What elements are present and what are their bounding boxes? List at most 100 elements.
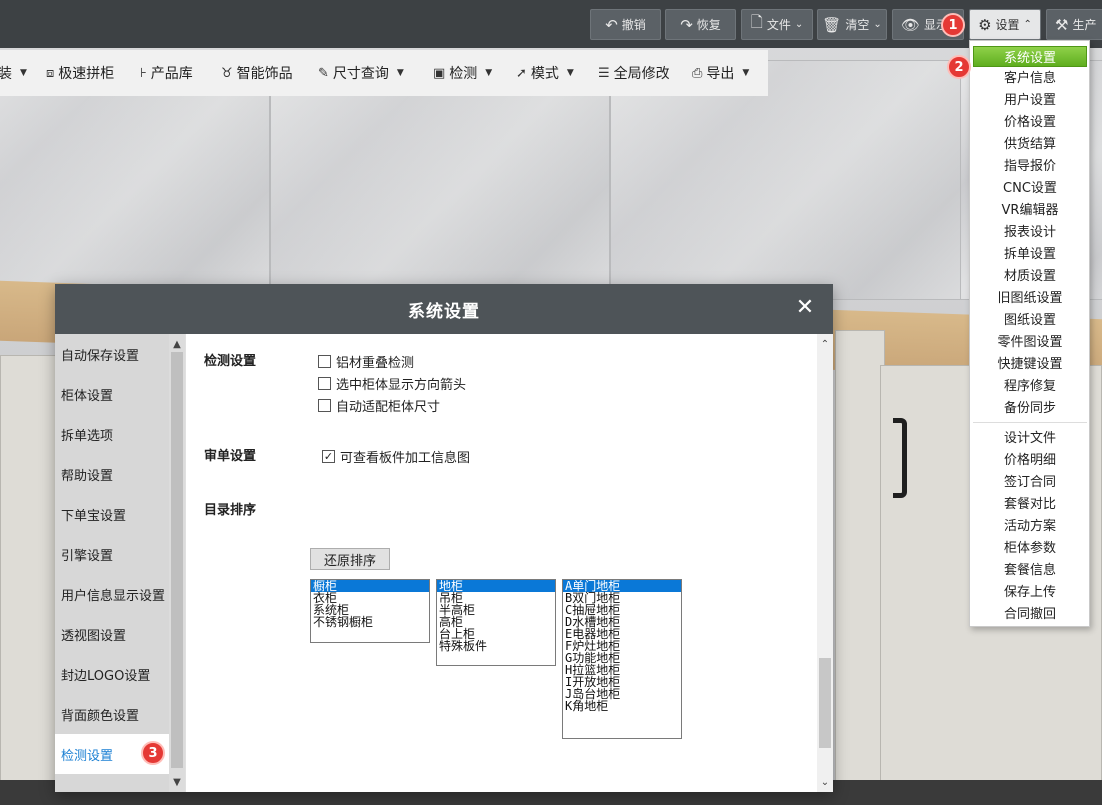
cursor-icon: ➚ xyxy=(516,65,527,81)
toolbar-item-quick-assemble[interactable]: ⧈ 极速拼柜 xyxy=(46,63,114,83)
menu-item-guide-quote[interactable]: 指导报价 xyxy=(973,154,1087,175)
category-perspective[interactable]: 透视图设置 xyxy=(55,614,169,654)
trash-icon: 🗑 xyxy=(822,15,842,34)
category-help[interactable]: 帮助设置 xyxy=(55,454,169,494)
category-scroll-thumb[interactable] xyxy=(171,352,183,768)
checkbox-box[interactable] xyxy=(318,399,331,412)
undo-button[interactable]: ↶ 撤销 xyxy=(590,9,661,40)
menu-item-promotion[interactable]: 活动方案 xyxy=(973,514,1087,535)
reset-sort-button[interactable]: 还原排序 xyxy=(310,548,390,570)
settings-content-pane: 检测设置 铝材重叠检测 选中柜体显示方向箭头 自动适配柜体尺寸 审单设置 ✓ 可… xyxy=(185,334,833,792)
menu-item-save-upload[interactable]: 保存上传 xyxy=(973,580,1087,601)
menu-item-user-settings[interactable]: 用户设置 xyxy=(973,88,1087,109)
category-order-treasure[interactable]: 下单宝设置 xyxy=(55,494,169,534)
scroll-down-icon[interactable]: ▼ xyxy=(169,774,185,790)
menu-item-report-design[interactable]: 报表设计 xyxy=(973,220,1087,241)
category-split-options[interactable]: 拆单选项 xyxy=(55,414,169,454)
toolbar-item-detect[interactable]: ▣ 检测 ▼ xyxy=(433,63,492,83)
menu-item-price-detail[interactable]: 价格明细 xyxy=(973,448,1087,469)
top-bar: ↶ 撤销 ↷ 恢复 🗋 文件 ⌄ 🗑 清空 ⌄ 👁 显示 ⚙ 设置 ⌃ ⚒ 生产… xyxy=(0,0,1102,48)
checkbox-box[interactable] xyxy=(318,355,331,368)
close-icon[interactable]: ✕ xyxy=(795,297,815,319)
menu-item-sign-contract[interactable]: 签订合同 xyxy=(973,470,1087,491)
dialog-title: 系统设置 xyxy=(55,284,833,334)
production-menu-button[interactable]: ⚒ 生产 xyxy=(1046,9,1102,40)
category-engine[interactable]: 引擎设置 xyxy=(55,534,169,574)
scroll-up-icon[interactable]: ⌃ xyxy=(817,336,833,352)
clear-menu-button[interactable]: 🗑 清空 ⌄ xyxy=(817,9,887,40)
toolbar-item-label: 装 xyxy=(0,66,12,82)
checkbox-box-checked[interactable]: ✓ xyxy=(322,450,335,463)
menu-item-customer-info[interactable]: 客户信息 xyxy=(973,66,1087,87)
menu-item-contract-withdraw[interactable]: 合同撤回 xyxy=(973,602,1087,623)
toolbar-item-label: 尺寸查询 xyxy=(332,66,389,82)
menu-item-cabinet-params[interactable]: 柜体参数 xyxy=(973,536,1087,557)
toolbar-item-product-library[interactable]: ⊦ 产品库 xyxy=(140,63,193,83)
category-user-info-display[interactable]: 用户信息显示设置 xyxy=(55,574,169,614)
menu-item-design-file[interactable]: 设计文件 xyxy=(973,426,1087,447)
wall-tile xyxy=(0,60,270,300)
step-badge: 3 xyxy=(141,741,165,765)
scroll-down-icon[interactable]: ⌄ xyxy=(817,774,833,790)
category-listbox-3[interactable]: A单门地柜 B双门地柜 C抽屉地柜 D水槽地柜 E电器地柜 F炉灶地柜 G功能地… xyxy=(562,579,682,739)
checkbox-label: 选中柜体显示方向箭头 xyxy=(336,378,467,393)
category-listbox-2[interactable]: 地柜 吊柜 半高柜 高柜 台上柜 特殊板件 xyxy=(436,579,556,666)
toolbar-item-install[interactable]: 装 ▼ xyxy=(0,63,27,83)
menu-item-program-repair[interactable]: 程序修复 xyxy=(973,374,1087,395)
toolbar-item-global-edit[interactable]: ☰ 全局修改 xyxy=(598,63,670,83)
category-auto-save[interactable]: 自动保存设置 xyxy=(55,334,169,374)
toolbar-item-smart-decor[interactable]: ♉ 智能饰品 xyxy=(221,63,293,83)
list-item[interactable]: 特殊板件 xyxy=(437,640,555,652)
section-label-detection: 检测设置 xyxy=(204,354,257,369)
menu-item-shortcut-settings[interactable]: 快捷键设置 xyxy=(973,352,1087,373)
toolbar-item-size-query[interactable]: ✎ 尺寸查询 ▼ xyxy=(318,63,404,83)
category-back-color[interactable]: 背面颜色设置 xyxy=(55,694,169,734)
checkbox-box[interactable] xyxy=(318,377,331,390)
menu-item-part-drawing-settings[interactable]: 零件图设置 xyxy=(973,330,1087,351)
checkbox-label: 可查看板件加工信息图 xyxy=(340,451,471,466)
cabinet xyxy=(0,355,60,785)
detect-icon: ▣ xyxy=(433,65,446,81)
file-menu-button[interactable]: 🗋 文件 ⌄ xyxy=(741,9,813,40)
category-cabinet[interactable]: 柜体设置 xyxy=(55,374,169,414)
redo-button[interactable]: ↷ 恢复 xyxy=(665,9,736,40)
menu-item-system-settings[interactable]: 系统设置 xyxy=(973,46,1087,67)
caret-down-icon: ▼ xyxy=(396,68,404,78)
toolbar-item-mode[interactable]: ➚ 模式 ▼ xyxy=(516,63,574,83)
assemble-icon: ⧈ xyxy=(46,65,55,81)
category-edge-logo[interactable]: 封边LOGO设置 xyxy=(55,654,169,694)
menu-item-cnc-settings[interactable]: CNC设置 xyxy=(973,176,1087,197)
chevron-down-icon: ⌄ xyxy=(794,19,804,30)
menu-item-old-drawing-settings[interactable]: 旧图纸设置 xyxy=(973,286,1087,307)
toolbar-item-label: 智能饰品 xyxy=(236,66,293,82)
menu-item-package-info[interactable]: 套餐信息 xyxy=(973,558,1087,579)
wall-tile xyxy=(270,60,610,300)
content-scroll-thumb[interactable] xyxy=(819,658,831,748)
menu-item-drawing-settings[interactable]: 图纸设置 xyxy=(973,308,1087,329)
settings-menu-button[interactable]: ⚙ 设置 ⌃ xyxy=(969,9,1041,40)
menu-item-price-settings[interactable]: 价格设置 xyxy=(973,110,1087,131)
category-listbox-1[interactable]: 橱柜 衣柜 系统柜 不锈钢橱柜 xyxy=(310,579,430,643)
list-item[interactable]: 不锈钢橱柜 xyxy=(311,616,429,628)
toolbar-item-export[interactable]: ⎙ 导出 ▼ xyxy=(692,63,749,83)
menu-item-package-compare[interactable]: 套餐对比 xyxy=(973,492,1087,513)
settings-label: 设置 xyxy=(995,18,1020,32)
chevron-up-icon: ⌃ xyxy=(1023,19,1032,30)
toolbar-item-label: 检测 xyxy=(449,66,478,82)
checkbox-label: 铝材重叠检测 xyxy=(336,356,415,371)
system-settings-dialog: 系统设置 ✕ 自动保存设置 柜体设置 拆单选项 帮助设置 下单宝设置 引擎设置 … xyxy=(55,284,833,792)
menu-item-material-settings[interactable]: 材质设置 xyxy=(973,264,1087,285)
menu-item-split-settings[interactable]: 拆单设置 xyxy=(973,242,1087,263)
undo-label: 撤销 xyxy=(621,18,646,32)
settings-category-list: 自动保存设置 柜体设置 拆单选项 帮助设置 下单宝设置 引擎设置 用户信息显示设… xyxy=(55,334,185,792)
checkbox-view-panel-info[interactable]: ✓ 可查看板件加工信息图 xyxy=(322,447,470,466)
menu-item-supply-settlement[interactable]: 供货结算 xyxy=(973,132,1087,153)
toolbar-item-label: 导出 xyxy=(706,66,735,82)
checkbox-auto-fit-size[interactable]: 自动适配柜体尺寸 xyxy=(318,396,440,415)
menu-item-vr-editor[interactable]: VR编辑器 xyxy=(973,198,1087,219)
scroll-up-icon[interactable]: ▲ xyxy=(169,336,185,352)
list-item[interactable]: K角地柜 xyxy=(563,700,681,712)
menu-item-backup-sync[interactable]: 备份同步 xyxy=(973,396,1087,417)
checkbox-aluminum-overlap[interactable]: 铝材重叠检测 xyxy=(318,352,414,371)
checkbox-show-direction-arrow[interactable]: 选中柜体显示方向箭头 xyxy=(318,374,466,393)
